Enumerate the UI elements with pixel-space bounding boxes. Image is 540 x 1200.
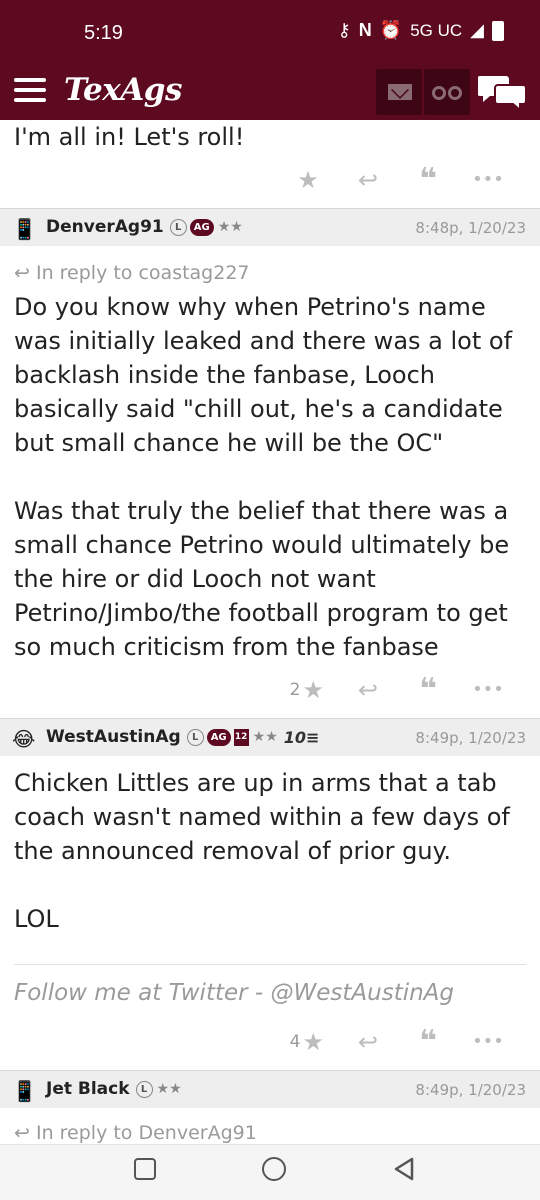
mail-icon <box>388 84 412 100</box>
post-header: 📱 Jet Black L ★★ 8:49p, 1/20/23 <box>0 1070 540 1108</box>
lifetime-badge: L <box>186 728 204 746</box>
star-count-value: 4 <box>289 1031 301 1052</box>
reply-icon[interactable]: ↩ <box>338 166 398 194</box>
username-line: Jet Black L ★★ <box>46 1079 182 1099</box>
thread-content[interactable]: I'm all in! Let's roll! ★ ↩ ❝ ••• 📱 Denv… <box>0 120 540 1144</box>
star-icon[interactable]: ★ <box>278 166 338 194</box>
post-actions: 2 ★ ↩ ❝ ••• <box>290 672 518 707</box>
avatar[interactable]: 😂 <box>12 727 35 751</box>
post-body: I'm all in! Let's roll! <box>0 120 258 154</box>
twelfth-man-badge: 12 <box>233 728 249 746</box>
quote-icon[interactable]: ❝ <box>398 1024 458 1059</box>
star-icon: ★ <box>302 1027 324 1056</box>
home-button[interactable] <box>262 1157 286 1181</box>
reply-to[interactable]: ↩ In reply to coastag227 <box>14 262 250 284</box>
post-paragraph: I'm all in! Let's roll! <box>14 123 245 151</box>
chat-icon[interactable] <box>478 72 528 112</box>
username[interactable]: WestAustinAg <box>46 727 181 747</box>
binoculars-icon <box>432 86 446 100</box>
post-paragraph: Chicken Littles are up in arms that a ta… <box>14 769 510 865</box>
post-body: Do you know why when Petrino's name was … <box>0 290 540 664</box>
post-paragraph: Do you know why when Petrino's name was … <box>14 293 513 457</box>
signal-icon: ◢ <box>470 20 484 40</box>
post-header: 📱 DenverAg91 L AG ★★ 8:48p, 1/20/23 <box>0 208 540 246</box>
watch-button[interactable] <box>424 69 470 115</box>
back-button[interactable] <box>392 1157 416 1181</box>
username[interactable]: Jet Black <box>46 1079 130 1099</box>
more-icon[interactable]: ••• <box>458 1031 518 1052</box>
post-actions: ★ ↩ ❝ ••• <box>278 162 518 197</box>
alarm-icon: ⏰ <box>379 20 403 40</box>
site-logo[interactable]: TexAgs <box>64 72 182 108</box>
rank-stars: ★★ <box>156 1081 182 1097</box>
reply-icon[interactable]: ↩ <box>338 1028 398 1056</box>
post-paragraph: LOL <box>14 905 59 933</box>
reply-to-label: In reply to DenverAg91 <box>35 1122 257 1144</box>
key-icon: ⚷ <box>337 20 351 40</box>
username[interactable]: DenverAg91 <box>46 217 164 237</box>
quote-icon[interactable]: ❝ <box>398 162 458 197</box>
post-body: Chicken Littles are up in arms that a ta… <box>0 766 540 936</box>
lifetime-badge: L <box>135 1080 153 1098</box>
status-bar: 5:19 ⚷ N ⏰ 5G UC ◢ <box>0 0 540 62</box>
reply-icon[interactable]: ↩ <box>338 676 398 704</box>
username-line: DenverAg91 L AG ★★ <box>46 217 243 237</box>
messages-button[interactable] <box>376 69 422 115</box>
system-nav-bar <box>0 1144 540 1200</box>
app-header: TexAgs <box>0 62 540 120</box>
more-icon[interactable]: ••• <box>458 169 518 190</box>
ag-badge: AG <box>189 218 214 236</box>
network-label: 5G UC <box>410 20 463 40</box>
ag-badge: AG <box>206 728 231 746</box>
post-actions: 4 ★ ↩ ❝ ••• <box>290 1024 518 1059</box>
reply-to-label: In reply to coastag227 <box>35 262 250 284</box>
avatar[interactable]: 📱 <box>12 217 37 241</box>
star-icon: ★ <box>302 675 324 704</box>
status-time: 5:19 <box>84 22 123 44</box>
menu-icon[interactable] <box>14 78 46 102</box>
signature-divider <box>14 964 526 965</box>
battery-icon <box>492 20 504 41</box>
post-timestamp[interactable]: 8:48p, 1/20/23 <box>415 219 526 237</box>
post-signature: Follow me at Twitter - @WestAustinAg <box>14 980 455 1006</box>
extra-badge: 10≡ <box>283 727 320 747</box>
post-timestamp[interactable]: 8:49p, 1/20/23 <box>415 729 526 747</box>
quote-icon[interactable]: ❝ <box>398 672 458 707</box>
avatar[interactable]: 📱 <box>12 1079 37 1103</box>
reply-to[interactable]: ↩ In reply to DenverAg91 <box>14 1122 257 1144</box>
post-timestamp[interactable]: 8:49p, 1/20/23 <box>415 1081 526 1099</box>
star-count[interactable]: 2 ★ <box>290 676 324 704</box>
nfc-icon: N <box>358 20 372 40</box>
star-count[interactable]: 4 ★ <box>290 1028 324 1056</box>
recents-button[interactable] <box>134 1158 156 1180</box>
reply-icon: ↩ <box>14 262 30 284</box>
rank-stars: ★★ <box>217 219 243 235</box>
lifetime-badge: L <box>169 218 187 236</box>
username-line: WestAustinAg L AG 12 ★★ 10≡ <box>46 727 319 747</box>
reply-icon: ↩ <box>14 1122 30 1144</box>
star-count-value: 2 <box>289 679 301 700</box>
more-icon[interactable]: ••• <box>458 679 518 700</box>
post-paragraph: Was that truly the belief that there was… <box>14 497 510 661</box>
rank-stars: ★★ <box>252 729 278 745</box>
post-header: 😂 WestAustinAg L AG 12 ★★ 10≡ 8:49p, 1/20/23 <box>0 718 540 756</box>
status-icons: ⚷ N ⏰ 5G UC ◢ <box>338 20 504 41</box>
